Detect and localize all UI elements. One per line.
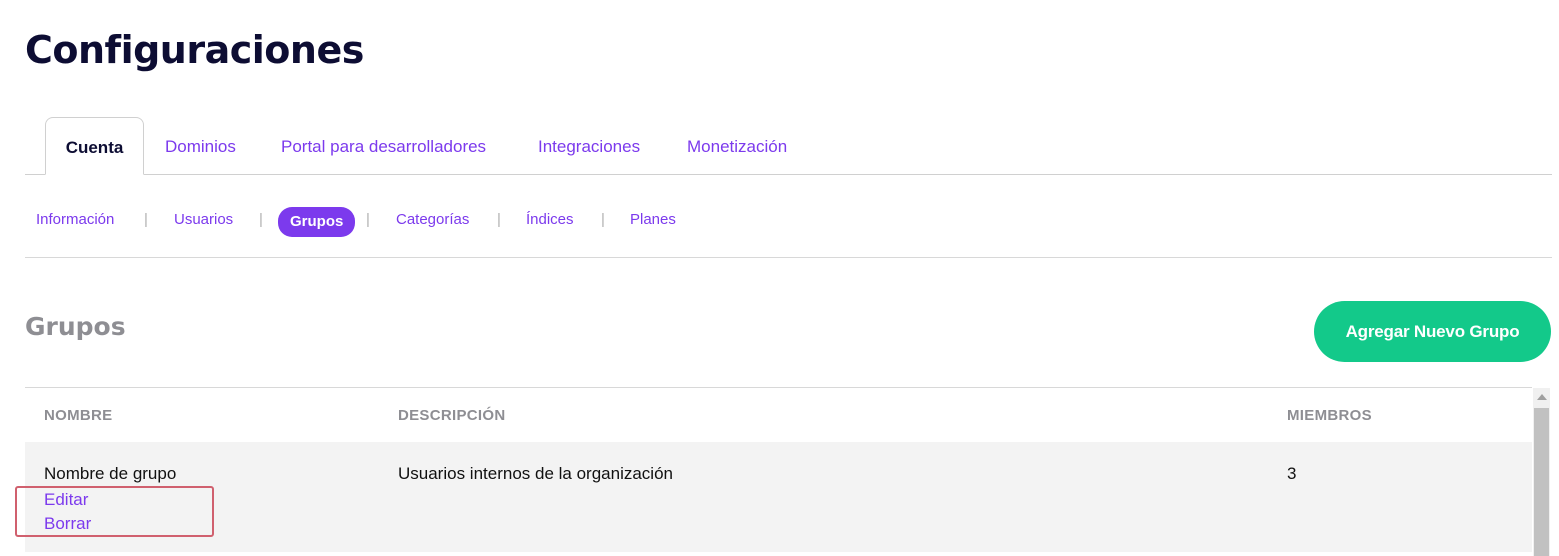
section-title: Grupos [25, 312, 126, 341]
groups-table: NOMBRE DESCRIPCIÓN MIEMBROS Nombre de gr… [25, 387, 1532, 552]
subtab-indices[interactable]: Índices [526, 211, 574, 228]
subtab-planes[interactable]: Planes [630, 211, 676, 228]
subtab-usuarios[interactable]: Usuarios [174, 211, 233, 228]
subtab-separator: | [259, 211, 263, 228]
table-header: NOMBRE DESCRIPCIÓN MIEMBROS [25, 388, 1532, 442]
column-header-nombre[interactable]: NOMBRE [44, 407, 112, 424]
edit-link[interactable]: Editar [44, 488, 91, 512]
group-name: Nombre de grupo [44, 464, 177, 483]
subtab-informacion[interactable]: Información [36, 211, 114, 228]
tab-monetizacion[interactable]: Monetización [687, 117, 787, 175]
main-tabs: Cuenta Dominios Portal para desarrollado… [25, 117, 1552, 175]
row-actions: Editar Borrar [44, 488, 91, 536]
vertical-scrollbar[interactable] [1533, 388, 1550, 556]
group-members-count: 3 [1287, 464, 1297, 483]
column-header-miembros[interactable]: MIEMBROS [1287, 407, 1372, 424]
column-header-descripcion[interactable]: DESCRIPCIÓN [398, 407, 505, 424]
add-group-button[interactable]: Agregar Nuevo Grupo [1314, 301, 1551, 362]
tab-portal-desarrolladores[interactable]: Portal para desarrolladores [281, 117, 486, 175]
table-row: Nombre de grupo Usuarios internos de la … [25, 442, 1532, 552]
delete-link[interactable]: Borrar [44, 512, 91, 536]
subtab-separator: | [497, 211, 501, 228]
subtab-separator: | [601, 211, 605, 228]
tab-dominios[interactable]: Dominios [165, 117, 236, 175]
page-title: Configuraciones [25, 28, 364, 72]
tab-integraciones[interactable]: Integraciones [538, 117, 640, 175]
subtab-separator: | [144, 211, 148, 228]
tab-cuenta[interactable]: Cuenta [45, 117, 144, 175]
group-description: Usuarios internos de la organización [398, 464, 673, 483]
subtab-separator: | [366, 211, 370, 228]
subtab-categorias[interactable]: Categorías [396, 211, 469, 228]
subtab-grupos[interactable]: Grupos [278, 207, 356, 237]
sub-tabs: Información | Usuarios | Grupos | Catego… [25, 205, 1552, 258]
scroll-thumb[interactable] [1534, 408, 1549, 556]
scroll-up-icon[interactable] [1537, 394, 1547, 400]
